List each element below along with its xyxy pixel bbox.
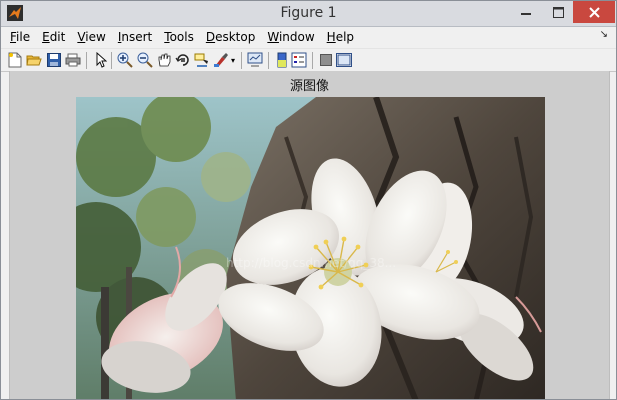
menu-insert[interactable]: Insert (118, 30, 152, 44)
hide-plot-tools-icon[interactable] (318, 52, 334, 68)
data-cursor-icon[interactable] (194, 52, 210, 68)
open-file-icon[interactable] (26, 52, 42, 68)
maximize-button[interactable] (543, 1, 573, 23)
show-plot-tools-icon[interactable] (336, 52, 352, 68)
minimize-button[interactable] (509, 1, 543, 23)
toolbar-separator (268, 52, 269, 69)
minimize-icon (521, 13, 531, 15)
toolbar-separator (86, 52, 87, 69)
figure-canvas: 源图像 http://blog.csdn.net/qq_38... (9, 71, 610, 399)
menu-file[interactable]: File (10, 30, 30, 44)
brush-icon[interactable] (213, 52, 229, 68)
watermark-text: http://blog.csdn.net/qq_38... (226, 256, 396, 270)
figure-toolbar: ▾ (1, 48, 616, 72)
print-icon[interactable] (65, 52, 81, 68)
menu-edit[interactable]: Edit (42, 30, 65, 44)
close-button[interactable] (573, 1, 615, 23)
brush-dropdown-icon[interactable]: ▾ (229, 52, 237, 68)
zoom-in-icon[interactable] (117, 52, 133, 68)
menu-tools[interactable]: Tools (164, 30, 194, 44)
link-plot-icon[interactable] (247, 52, 263, 68)
save-icon[interactable] (46, 52, 62, 68)
dock-figure-icon[interactable]: ↘ (600, 29, 608, 40)
pan-icon[interactable] (156, 52, 172, 68)
rotate-3d-icon[interactable] (175, 52, 191, 68)
edit-plot-icon[interactable] (93, 52, 109, 68)
menu-bar: File Edit View Insert Tools Desktop Wind… (1, 27, 616, 47)
toolbar-separator (111, 52, 112, 69)
menu-view[interactable]: View (77, 30, 105, 44)
toolbar-separator (312, 52, 313, 69)
axes-title: 源图像 (289, 79, 329, 94)
zoom-out-icon[interactable] (137, 52, 153, 68)
colorbar-icon[interactable] (274, 52, 290, 68)
flower-photo: http://blog.csdn.net/qq_38... (76, 97, 545, 399)
menu-help[interactable]: Help (327, 30, 354, 44)
menu-desktop[interactable]: Desktop (206, 30, 256, 44)
displayed-image: http://blog.csdn.net/qq_38... (76, 97, 545, 399)
legend-icon[interactable] (291, 52, 307, 68)
new-figure-icon[interactable] (7, 52, 23, 68)
figure-window: Figure 1 File Edit View Insert Tools Des… (0, 0, 617, 400)
close-icon (588, 6, 600, 18)
title-bar[interactable]: Figure 1 (1, 1, 616, 27)
toolbar-separator (241, 52, 242, 69)
maximize-icon (552, 6, 564, 18)
menu-window[interactable]: Window (267, 30, 314, 44)
